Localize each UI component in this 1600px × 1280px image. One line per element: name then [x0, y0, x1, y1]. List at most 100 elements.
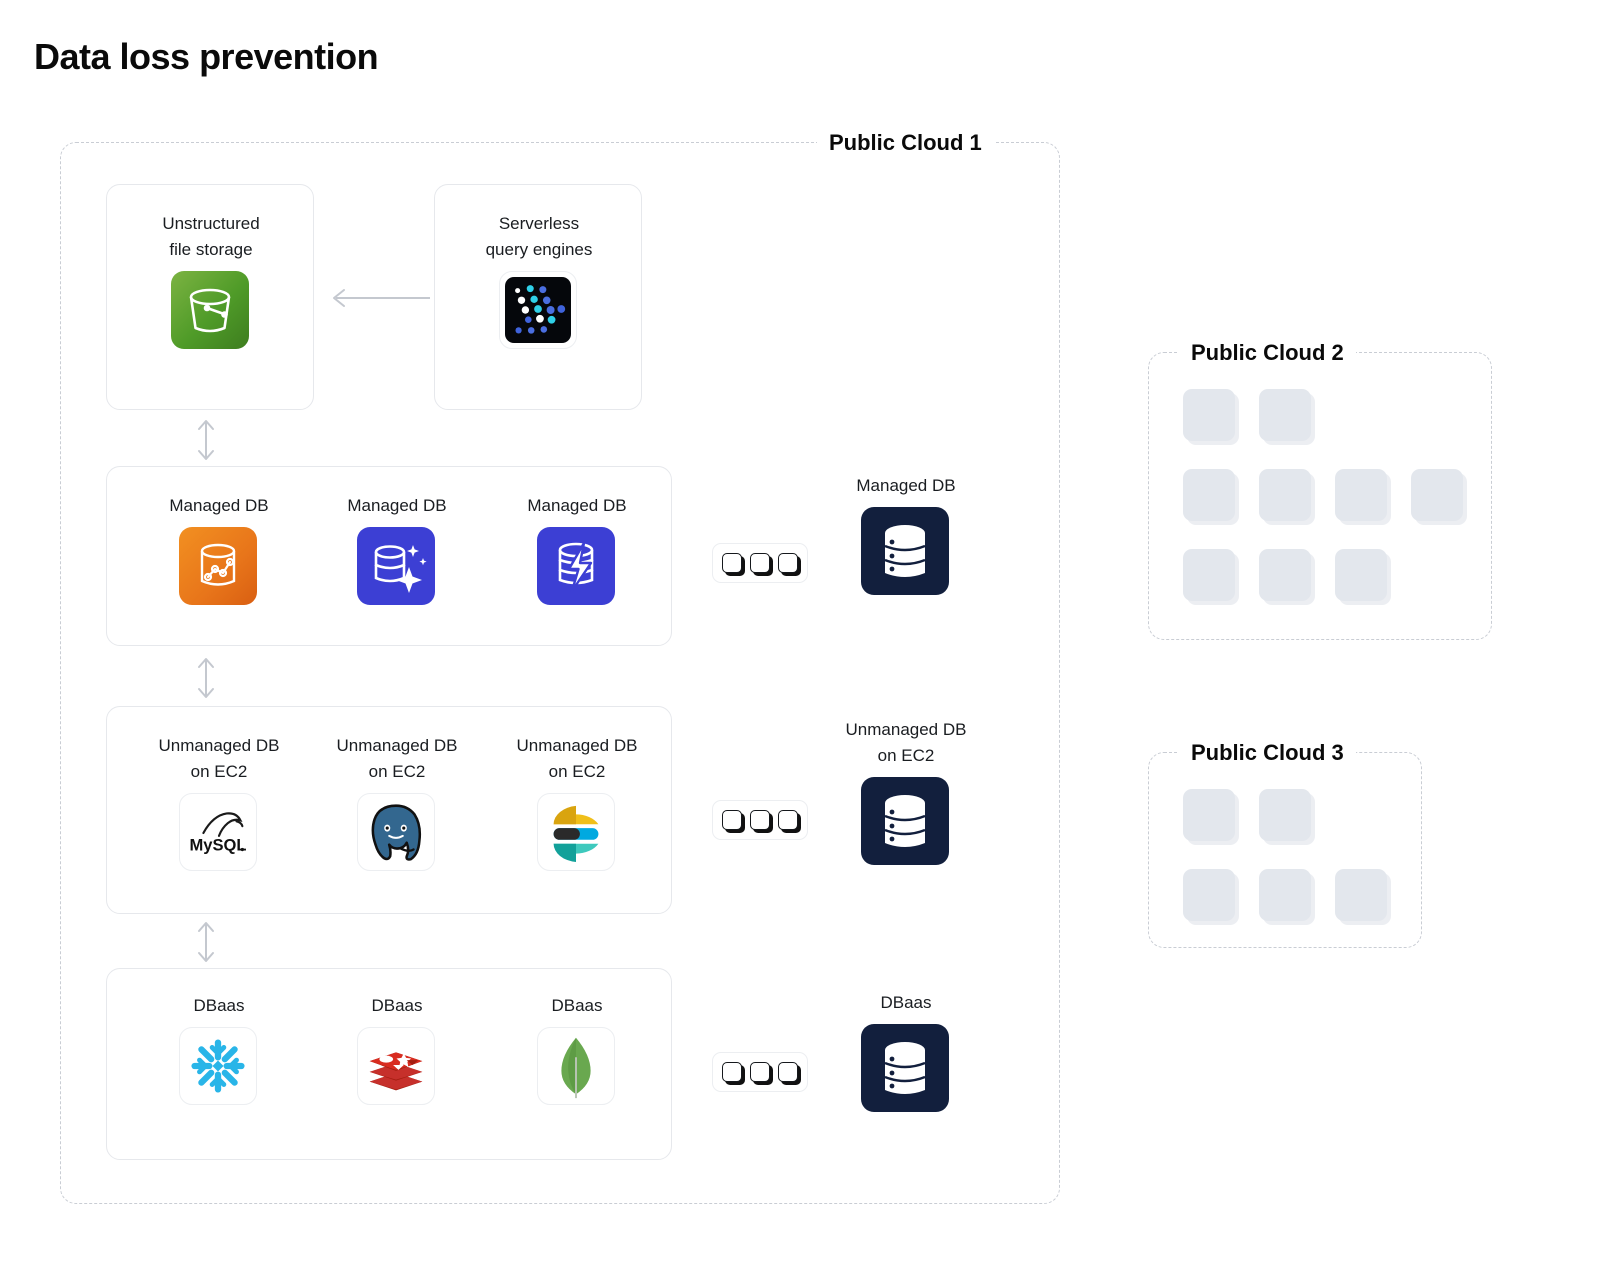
- azure-sql-sparkle-icon: [357, 527, 442, 612]
- athena-dots-glyph: [515, 285, 566, 334]
- mongodb-leaf-glyph: [561, 1037, 591, 1099]
- tile-label: Managed DB: [527, 496, 627, 515]
- snowflake-icon: [179, 1027, 264, 1112]
- minibox[interactable]: [778, 1062, 801, 1085]
- placeholder-tile[interactable]: [1335, 469, 1391, 525]
- tile-label: Managed DB: [169, 496, 269, 515]
- side-tile-dbaas[interactable]: DBaas: [816, 990, 996, 1114]
- arrow-updown-icon: [198, 922, 214, 962]
- placeholder-tile[interactable]: [1411, 469, 1467, 525]
- public-cloud-3-region: Public Cloud 3: [1148, 739, 1422, 948]
- tile-managed-db-redshift[interactable]: Managed DB: [129, 493, 309, 612]
- minibox[interactable]: [778, 810, 801, 833]
- postgresql-icon: [357, 793, 442, 878]
- unstructured-file-storage-card[interactable]: Unstructured file storage: [106, 184, 314, 410]
- tile-label: DBaas: [371, 996, 423, 1015]
- tile-label: DBaas: [193, 996, 245, 1015]
- side-tile-unmanaged-db[interactable]: Unmanaged DB on EC2: [816, 717, 996, 867]
- tile-unmanaged-db-mysql[interactable]: Unmanaged DB on EC2 MySQL: [129, 733, 309, 878]
- tile-label: DBaas: [880, 993, 932, 1012]
- minibox[interactable]: [750, 1062, 773, 1085]
- dbaas-row-card[interactable]: DBaas DBaas DBaas: [106, 968, 672, 1160]
- tile-label: Serverless query engines: [485, 214, 593, 259]
- tile-managed-db-sparkle[interactable]: Managed DB: [307, 493, 487, 612]
- arrow-updown-icon: [198, 658, 214, 698]
- page-title: Data loss prevention: [34, 36, 379, 77]
- tile-dbaas-mongodb[interactable]: DBaas: [487, 993, 667, 1112]
- aurora-bolt-icon: [537, 527, 622, 612]
- public-cloud-1-label: Public Cloud 1: [817, 129, 994, 157]
- public-cloud-2-region: Public Cloud 2: [1148, 339, 1492, 640]
- redis-icon: [357, 1027, 442, 1112]
- side-tile-managed-db[interactable]: Managed DB: [816, 473, 996, 597]
- serverless-query-engines-card[interactable]: Serverless query engines: [434, 184, 642, 410]
- placeholder-tile[interactable]: [1335, 549, 1391, 605]
- placeholder-tile[interactable]: [1259, 389, 1315, 445]
- tile-unmanaged-db-elasticsearch[interactable]: Unmanaged DB on EC2: [487, 733, 667, 878]
- svg-text:MySQL: MySQL: [189, 836, 246, 855]
- db-bolt-glyph: [558, 541, 594, 593]
- unmanaged-db-row-card[interactable]: Unmanaged DB on EC2 MySQL Unmanaged DB o…: [106, 706, 672, 914]
- elasticsearch-icon: [537, 793, 622, 878]
- tile-unstructured-file-storage[interactable]: Unstructured file storage: [121, 211, 301, 356]
- s3-bucket-icon: [171, 271, 256, 356]
- connector-unmanaged-to-dbaas: [192, 918, 220, 971]
- mysql-icon: MySQL: [179, 793, 264, 878]
- connector-managed-to-unmanaged: [192, 654, 220, 707]
- redis-stack-glyph: [369, 1052, 423, 1091]
- placeholder-tile[interactable]: [1335, 869, 1391, 925]
- database-stack-icon: [861, 777, 951, 867]
- tile-label: Unmanaged DB on EC2: [158, 736, 280, 781]
- tile-serverless-query-engines[interactable]: Serverless query engines: [449, 211, 629, 356]
- database-stack-glyph: [884, 795, 926, 847]
- s3-bucket-glyph: [189, 288, 231, 333]
- db-sparkle-glyph: [374, 545, 427, 593]
- placeholder-tile[interactable]: [1259, 789, 1315, 845]
- tile-label: Managed DB: [347, 496, 447, 515]
- mysql-glyph: MySQL: [189, 812, 247, 855]
- managed-db-row-card[interactable]: Managed DB Managed DB Managed DB: [106, 466, 672, 646]
- tile-label: Unstructured file storage: [162, 214, 260, 259]
- placeholder-tile[interactable]: [1259, 549, 1315, 605]
- public-cloud-2-label: Public Cloud 2: [1179, 339, 1356, 367]
- redshift-glyph: [200, 543, 236, 586]
- tile-label: DBaas: [551, 996, 603, 1015]
- placeholder-tile[interactable]: [1183, 549, 1239, 605]
- connector-storage-to-managed: [192, 416, 220, 469]
- placeholder-tile[interactable]: [1183, 869, 1239, 925]
- snowflake-glyph: [191, 1039, 245, 1093]
- arrow-updown-icon: [198, 420, 214, 460]
- tile-dbaas-redis[interactable]: DBaas: [307, 993, 487, 1112]
- athena-dots-icon: [499, 271, 584, 356]
- database-stack-glyph: [884, 525, 926, 577]
- database-stack-icon: [861, 1024, 951, 1114]
- public-cloud-3-label: Public Cloud 3: [1179, 739, 1356, 767]
- minibox[interactable]: [722, 1062, 745, 1085]
- minibox-group-dbaas[interactable]: [712, 1052, 808, 1092]
- minibox[interactable]: [722, 553, 745, 576]
- minibox-group-managed[interactable]: [712, 543, 808, 583]
- redshift-icon: [179, 527, 264, 612]
- elasticsearch-glyph: [553, 805, 599, 863]
- tile-label: Unmanaged DB on EC2: [336, 736, 458, 781]
- database-stack-glyph: [884, 1042, 926, 1094]
- tile-dbaas-snowflake[interactable]: DBaas: [129, 993, 309, 1112]
- database-stack-icon: [861, 507, 951, 597]
- minibox[interactable]: [722, 810, 745, 833]
- placeholder-tile[interactable]: [1183, 389, 1239, 445]
- minibox[interactable]: [750, 810, 773, 833]
- tile-label: Unmanaged DB on EC2: [516, 736, 638, 781]
- placeholder-tile[interactable]: [1183, 469, 1239, 525]
- placeholder-tile[interactable]: [1259, 869, 1315, 925]
- arrow-left-icon: [333, 289, 430, 307]
- tile-unmanaged-db-postgresql[interactable]: Unmanaged DB on EC2: [307, 733, 487, 878]
- placeholder-tile[interactable]: [1259, 469, 1315, 525]
- connector-serverless-to-storage: [322, 286, 432, 315]
- tile-label: Unmanaged DB on EC2: [845, 720, 967, 765]
- minibox[interactable]: [778, 553, 801, 576]
- placeholder-tile[interactable]: [1183, 789, 1239, 845]
- postgresql-elephant-glyph: [371, 804, 422, 861]
- minibox[interactable]: [750, 553, 773, 576]
- minibox-group-unmanaged[interactable]: [712, 800, 808, 840]
- tile-managed-db-bolt[interactable]: Managed DB: [487, 493, 667, 612]
